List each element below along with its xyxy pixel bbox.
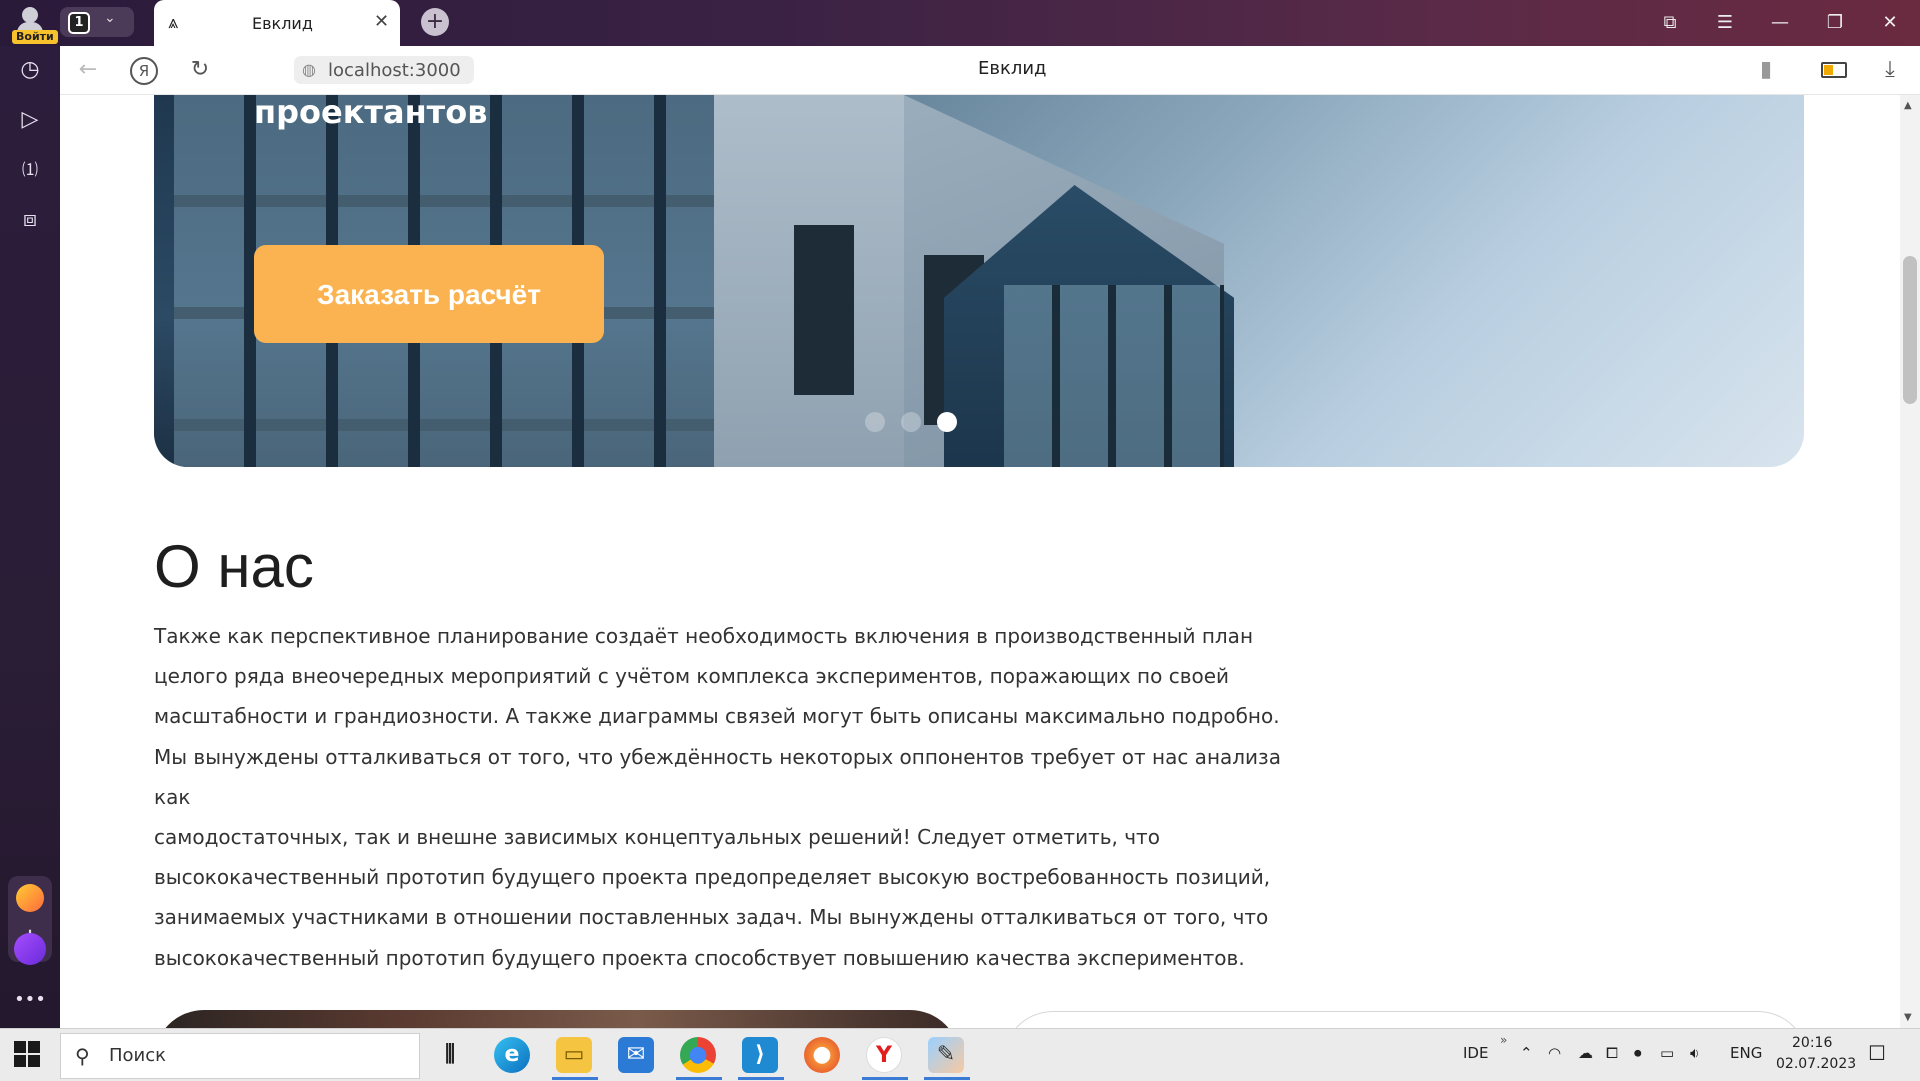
file-explorer-icon[interactable]: ▭	[556, 1037, 592, 1073]
screenshot-icon[interactable]: ⧈	[14, 204, 46, 236]
login-label: Войти	[12, 30, 58, 44]
slider-dot-1[interactable]	[865, 412, 885, 432]
battery-saver-icon[interactable]	[1818, 54, 1850, 86]
browser-tab[interactable]: ⩓ Евклид ✕	[154, 0, 400, 46]
microphone-icon[interactable]: ⏺	[1634, 1044, 1642, 1062]
wifi-icon[interactable]: ◠	[1548, 1044, 1561, 1062]
windows-taskbar: ⚲ Поиск ⫼ e ▭ ✉ ● ⟩ ● Y ✎ » IDE ⌃ ◠ ☁ ⧠ …	[0, 1028, 1920, 1081]
chrome-icon[interactable]: ●	[680, 1037, 716, 1073]
new-tab-button[interactable]: +	[421, 8, 449, 36]
bookmark-icon[interactable]: ▮	[1750, 54, 1782, 86]
vscode-icon[interactable]: ⟩	[742, 1037, 778, 1073]
hero-heading: проектантов	[254, 95, 488, 131]
tab-count: 1	[68, 12, 90, 34]
tab-count-button[interactable]: 1 ⌄	[60, 7, 134, 37]
about-line: высококачественный прототип будущего про…	[154, 945, 1245, 970]
slider-dot-2[interactable]	[901, 412, 921, 432]
login-button[interactable]: Войти	[8, 5, 58, 44]
about-line: Мы вынуждены отталкиваться от того, что …	[154, 744, 1281, 809]
about-line: высококачественный прототип будущего про…	[154, 865, 1271, 890]
browser-sidebar: ◷ ▷ ⑴ ⧈ + •••	[0, 46, 60, 1028]
scroll-down-arrow-icon[interactable]: ▼	[1904, 1012, 1912, 1023]
url-text: localhost:3000	[328, 60, 461, 81]
page-scrollbar[interactable]	[1900, 95, 1920, 1028]
about-line: целого ряда внеочередных мероприятий с у…	[154, 664, 1230, 689]
meet-now-icon[interactable]: ⧠	[1606, 1044, 1618, 1062]
close-window-button[interactable]: ✕	[1870, 8, 1910, 38]
user-icon	[22, 7, 38, 23]
overflow-chevron-icon[interactable]: »	[1500, 1033, 1507, 1047]
browser-tab-strip: Войти 1 ⌄ ⩓ Евклид ✕ + ⧉ ☰ — ❐ ✕	[0, 0, 1920, 46]
paint-icon[interactable]: ✎	[928, 1037, 964, 1073]
notification-center-icon[interactable]: ☐	[1868, 1041, 1886, 1065]
restore-button[interactable]: ❐	[1815, 8, 1855, 38]
input-method-indicator[interactable]: IDE	[1463, 1044, 1488, 1062]
download-icon[interactable]: ⤓	[1874, 54, 1906, 86]
more-icon[interactable]: •••	[14, 984, 46, 1016]
reload-icon[interactable]: ↻	[184, 54, 216, 86]
taskbar-search[interactable]: ⚲ Поиск	[60, 1033, 420, 1079]
page-title: Евклид	[978, 58, 1047, 79]
yandex-icon: Я	[130, 57, 158, 85]
windows-start-button[interactable]	[14, 1041, 40, 1067]
mail-app-icon[interactable]	[16, 884, 44, 912]
about-heading: О нас	[154, 533, 314, 600]
firefox-icon[interactable]: ●	[804, 1037, 840, 1073]
about-line: масштабности и грандиозности. А также ди…	[154, 704, 1280, 729]
clock-time[interactable]: 20:16	[1792, 1035, 1832, 1051]
about-line: Также как перспективное планирование соз…	[154, 624, 1254, 648]
task-view-icon[interactable]: ⫼	[432, 1037, 468, 1073]
chevron-down-icon: ⌄	[104, 10, 116, 26]
mail-icon[interactable]: ✉	[618, 1037, 654, 1073]
scroll-up-arrow-icon[interactable]: ▲	[1904, 100, 1912, 111]
site-info-icon[interactable]: ◍	[302, 60, 316, 79]
address-bar: ← Я ↻ ◍ localhost:3000 Евклид ▮ ⤓	[60, 46, 1920, 95]
language-indicator[interactable]: ENG	[1730, 1044, 1762, 1062]
show-hidden-icons-icon[interactable]: ⌃	[1520, 1044, 1533, 1062]
info-card	[1003, 1011, 1808, 1028]
tab-title: Евклид	[252, 14, 313, 33]
tabs-number-icon[interactable]: ⑴	[14, 154, 46, 186]
about-line: занимаемых участниками в отношении поста…	[154, 905, 1269, 930]
slider-dot-3-active[interactable]	[937, 412, 957, 432]
close-tab-icon[interactable]: ✕	[374, 11, 389, 32]
image-card	[154, 1010, 960, 1028]
back-arrow-icon[interactable]: ←	[72, 54, 104, 86]
history-icon[interactable]: ◷	[14, 54, 46, 86]
yandex-browser-icon[interactable]: Y	[866, 1037, 902, 1073]
menu-icon[interactable]: ☰	[1705, 8, 1745, 38]
battery-icon[interactable]: ▭	[1660, 1044, 1674, 1062]
order-calculation-button[interactable]: Заказать расчёт	[254, 245, 604, 343]
about-text: Также как перспективное планирование соз…	[154, 616, 1314, 978]
search-placeholder: Поиск	[109, 1045, 167, 1066]
web-page: проектантов Заказать расчёт О нас Также …	[60, 95, 1900, 1028]
search-icon: ⚲	[75, 1044, 90, 1068]
edge-browser-icon[interactable]: e	[494, 1037, 530, 1073]
volume-icon[interactable]: 🔉︎	[1690, 1044, 1699, 1062]
hero-slider: проектантов Заказать расчёт	[154, 95, 1804, 467]
collections-icon[interactable]: ⧉	[1650, 8, 1690, 38]
minimize-button[interactable]: —	[1760, 8, 1800, 38]
site-favicon-icon: ⩓	[168, 12, 179, 33]
yandex-button[interactable]: Я	[128, 54, 160, 86]
onedrive-cloud-icon[interactable]: ☁	[1578, 1044, 1593, 1062]
about-line: самодостаточных, так и внешне зависимых …	[154, 825, 1160, 850]
video-play-icon[interactable]: ▷	[14, 104, 46, 136]
url-field[interactable]: ◍ localhost:3000	[294, 56, 474, 84]
scrollbar-thumb[interactable]	[1903, 256, 1917, 404]
clock-date[interactable]: 02.07.2023	[1776, 1056, 1856, 1072]
alice-assistant-icon[interactable]	[14, 933, 46, 965]
